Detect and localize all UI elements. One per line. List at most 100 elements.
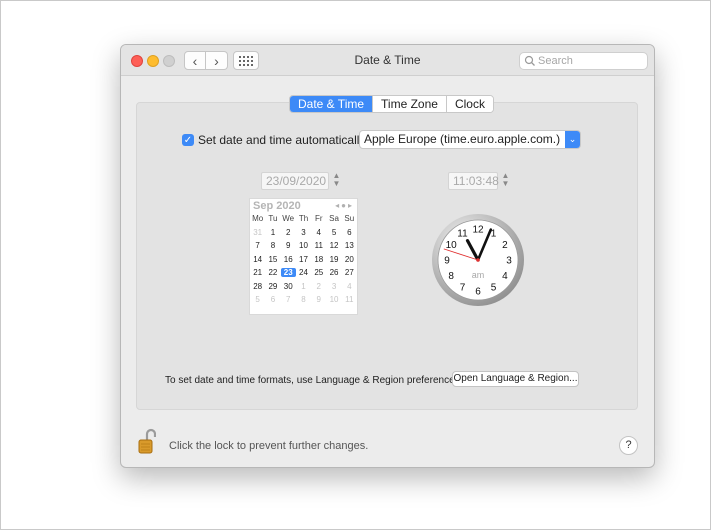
clock-number: 2 bbox=[502, 240, 508, 251]
calendar-week: 21 22 23 24 25 26 27 bbox=[250, 266, 357, 280]
open-language-region-button[interactable]: Open Language & Region... bbox=[452, 371, 579, 387]
calendar-day[interactable]: 1 bbox=[265, 228, 280, 237]
calendar-week: 14 15 16 17 18 19 20 bbox=[250, 253, 357, 267]
calendar-day[interactable]: 14 bbox=[250, 255, 265, 264]
clock-number: 5 bbox=[491, 282, 497, 293]
formats-hint: To set date and time formats, use Langua… bbox=[165, 375, 463, 386]
auto-set-checkbox[interactable]: ✓ bbox=[182, 134, 194, 146]
time-stepper[interactable]: ▲ ▼ bbox=[500, 172, 511, 190]
calendar-day[interactable]: 10 bbox=[296, 241, 311, 250]
calendar-day[interactable]: 27 bbox=[342, 268, 357, 277]
calendar-day[interactable]: 28 bbox=[250, 282, 265, 291]
calendar-day[interactable]: 5 bbox=[326, 228, 341, 237]
calendar-week: 31 1 2 3 4 5 6 bbox=[250, 226, 357, 240]
calendar-day[interactable]: 11 bbox=[342, 295, 357, 304]
tab-date-time[interactable]: Date & Time bbox=[290, 96, 373, 112]
calendar-week: 5 6 7 8 9 10 11 bbox=[250, 293, 357, 307]
calendar-day-selected[interactable]: 23 bbox=[280, 268, 296, 278]
calendar-day[interactable]: 30 bbox=[281, 282, 296, 291]
clock-number: 6 bbox=[475, 287, 481, 298]
clock-ampm: am bbox=[472, 270, 485, 280]
next-month-icon[interactable]: ▸ bbox=[348, 201, 354, 210]
calendar-day[interactable]: 3 bbox=[296, 228, 311, 237]
calendar-day[interactable]: 24 bbox=[296, 268, 311, 277]
calendar-day[interactable]: 8 bbox=[296, 295, 311, 304]
weekday-label: Fr bbox=[314, 214, 323, 224]
calendar-day[interactable]: 2 bbox=[281, 228, 296, 237]
calendar-day[interactable]: 16 bbox=[281, 255, 296, 264]
clock-center bbox=[476, 258, 480, 262]
clock-number: 10 bbox=[446, 240, 458, 251]
calendar-day[interactable]: 4 bbox=[342, 282, 357, 291]
calendar-day[interactable]: 9 bbox=[281, 241, 296, 250]
chevron-down-icon: ⌄ bbox=[565, 131, 580, 148]
calendar-day[interactable]: 18 bbox=[311, 255, 326, 264]
calendar-day[interactable]: 26 bbox=[326, 268, 341, 277]
calendar: Sep 2020 ◂●▸ Mo Tu We Th Fr Sa Su 31 1 2… bbox=[249, 198, 358, 315]
calendar-day[interactable]: 15 bbox=[265, 255, 280, 264]
clock-number: 11 bbox=[457, 229, 468, 240]
today-icon[interactable]: ● bbox=[341, 201, 348, 210]
clock-number: 4 bbox=[502, 271, 508, 282]
calendar-day[interactable]: 20 bbox=[342, 255, 357, 264]
calendar-day[interactable]: 4 bbox=[311, 228, 326, 237]
calendar-day[interactable]: 13 bbox=[342, 241, 357, 250]
calendar-week: 7 8 9 10 11 12 13 bbox=[250, 239, 357, 253]
title-bar: ‹ › Date & Time Search bbox=[121, 45, 654, 76]
calendar-day[interactable]: 19 bbox=[326, 255, 341, 264]
calendar-day[interactable]: 25 bbox=[311, 268, 326, 277]
calendar-day[interactable]: 10 bbox=[326, 295, 341, 304]
analog-clock[interactable]: 12 1234567891011 am bbox=[431, 213, 525, 307]
tab-clock[interactable]: Clock bbox=[445, 96, 493, 112]
calendar-day[interactable]: 7 bbox=[250, 241, 265, 250]
calendar-day[interactable]: 8 bbox=[265, 241, 280, 250]
calendar-day[interactable]: 5 bbox=[250, 295, 265, 304]
date-field[interactable]: 23/09/2020 bbox=[261, 172, 329, 190]
auto-set-label: Set date and time automatically: bbox=[198, 133, 369, 147]
calendar-day[interactable]: 1 bbox=[296, 282, 311, 291]
calendar-day[interactable]: 11 bbox=[311, 241, 326, 250]
clock-number: 9 bbox=[444, 256, 450, 267]
weekday-label: Tu bbox=[268, 214, 278, 224]
clock-number: 7 bbox=[460, 282, 466, 293]
time-server-value: Apple Europe (time.euro.apple.com.) bbox=[364, 132, 561, 146]
calendar-day[interactable]: 21 bbox=[250, 268, 265, 277]
preferences-window: ‹ › Date & Time Search Date & Time Time … bbox=[120, 44, 655, 468]
auto-set-row: ✓ Set date and time automatically: bbox=[182, 133, 369, 147]
calendar-day[interactable]: 29 bbox=[265, 282, 280, 291]
clock-number: 8 bbox=[448, 271, 454, 282]
search-field[interactable]: Search bbox=[519, 52, 648, 70]
time-server-select[interactable]: Apple Europe (time.euro.apple.com.) ⌄ bbox=[359, 130, 581, 149]
calendar-day[interactable]: 7 bbox=[281, 295, 296, 304]
calendar-day[interactable]: 2 bbox=[311, 282, 326, 291]
stepper-icon: ▲ ▼ bbox=[501, 171, 510, 188]
tab-bar: Date & Time Time Zone Clock bbox=[289, 95, 494, 113]
weekday-label: Su bbox=[344, 214, 355, 224]
weekday-label: Sa bbox=[329, 214, 339, 224]
calendar-nav: ◂●▸ bbox=[335, 201, 354, 210]
stepper-icon: ▲ ▼ bbox=[332, 171, 341, 188]
search-placeholder: Search bbox=[538, 55, 573, 67]
weekday-label: Th bbox=[298, 214, 309, 224]
tab-time-zone[interactable]: Time Zone bbox=[372, 96, 446, 112]
clock-number: 12 bbox=[472, 225, 484, 236]
time-field[interactable]: 11:03:48 bbox=[448, 172, 499, 190]
calendar-week: 28 29 30 1 2 3 4 bbox=[250, 280, 357, 294]
calendar-day[interactable]: 9 bbox=[311, 295, 326, 304]
clock-number: 3 bbox=[506, 256, 512, 267]
calendar-day[interactable]: 6 bbox=[342, 228, 357, 237]
checkmark-icon: ✓ bbox=[183, 134, 193, 146]
lock-hint: Click the lock to prevent further change… bbox=[169, 440, 369, 452]
calendar-day[interactable]: 3 bbox=[326, 282, 341, 291]
calendar-day[interactable]: 17 bbox=[296, 255, 311, 264]
weekday-label: We bbox=[282, 214, 295, 224]
calendar-month: Sep 2020 bbox=[253, 199, 301, 212]
date-stepper[interactable]: ▲ ▼ bbox=[331, 172, 342, 190]
weekday-row: Mo Tu We Th Fr Sa Su bbox=[250, 212, 357, 226]
calendar-day[interactable]: 12 bbox=[326, 241, 341, 250]
calendar-day[interactable]: 31 bbox=[250, 228, 265, 237]
lock-icon[interactable] bbox=[138, 428, 156, 454]
help-button[interactable]: ? bbox=[619, 436, 638, 455]
calendar-day[interactable]: 6 bbox=[265, 295, 280, 304]
calendar-day[interactable]: 22 bbox=[265, 268, 280, 277]
